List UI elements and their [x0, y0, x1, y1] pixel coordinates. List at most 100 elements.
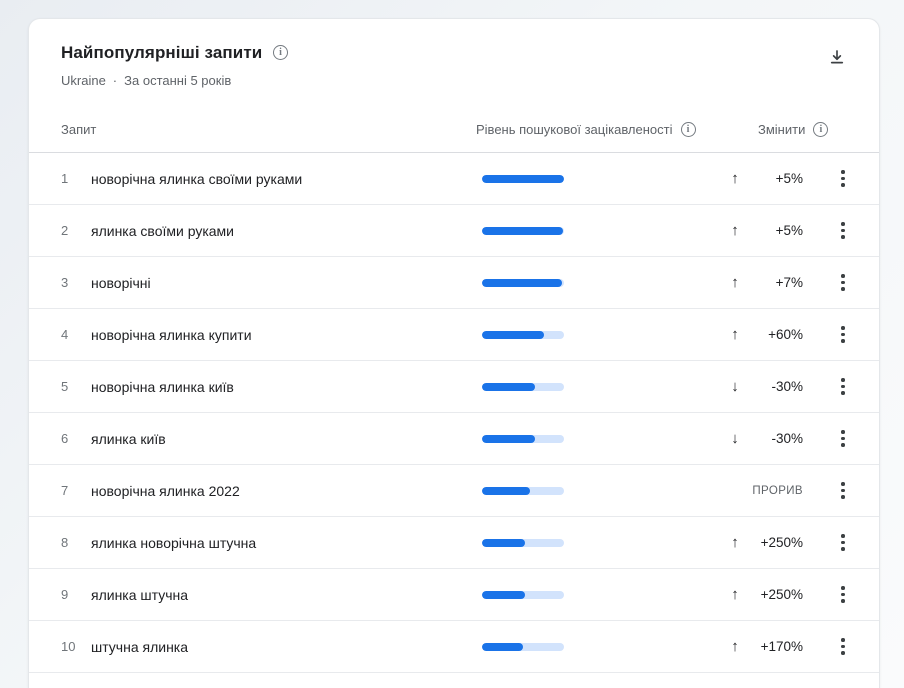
down-arrow-icon: ↓	[727, 430, 743, 447]
more-options-button[interactable]	[831, 375, 855, 399]
table-row[interactable]: 6 ялинка київ ↓ -30%	[29, 413, 879, 465]
column-header-change: Змінити	[758, 107, 828, 152]
row-change-cell: ↓ -30%	[564, 427, 855, 451]
up-arrow-icon: ↑	[727, 274, 743, 291]
interest-bar-track	[482, 331, 564, 339]
row-query-text[interactable]: ялинка київ	[91, 431, 482, 447]
interest-bar-fill	[482, 331, 544, 339]
interest-bar-fill	[482, 643, 523, 651]
up-arrow-icon: ↑	[727, 222, 743, 239]
row-change-cell: ↑ +60%	[564, 323, 855, 347]
up-arrow-icon: ↑	[727, 326, 743, 343]
more-options-button[interactable]	[831, 323, 855, 347]
table-header: Запит Рівень пошукової зацікавленості Зм…	[29, 107, 879, 153]
row-change-cell: ↑ +5%	[564, 167, 855, 191]
change-value: -30%	[747, 431, 803, 446]
interest-bar-fill	[482, 175, 564, 183]
row-rank: 2	[61, 223, 91, 238]
row-query-text[interactable]: новорічна ялинка своїми руками	[91, 171, 482, 187]
change-info-icon[interactable]	[813, 122, 828, 137]
interest-bar-fill	[482, 279, 562, 287]
interest-info-icon[interactable]	[681, 122, 696, 137]
table-row[interactable]: 3 новорічні ↑ +7%	[29, 257, 879, 309]
interest-bar-track	[482, 487, 564, 495]
table-row[interactable]: 8 ялинка новорічна штучна ↑ +250%	[29, 517, 879, 569]
card-header: Найпопулярніші запити Ukraine · За остан…	[29, 19, 879, 107]
row-rank: 7	[61, 483, 91, 498]
row-query-text[interactable]: новорічна ялинка 2022	[91, 483, 482, 499]
row-change-cell: ↑ +5%	[564, 219, 855, 243]
interest-bar-track	[482, 175, 564, 183]
row-query-text[interactable]: ялинка штучна	[91, 587, 482, 603]
row-change-cell: ↑ +250%	[564, 583, 855, 607]
change-value: -30%	[747, 379, 803, 394]
row-rank: 10	[61, 639, 91, 654]
row-query-text[interactable]: ялинка своїми руками	[91, 223, 482, 239]
interest-bar-fill	[482, 383, 535, 391]
row-rank: 8	[61, 535, 91, 550]
more-options-button[interactable]	[831, 531, 855, 555]
change-value: +5%	[747, 171, 803, 186]
table-row[interactable]: 5 новорічна ялинка київ ↓ -30%	[29, 361, 879, 413]
table-row[interactable]: 4 новорічна ялинка купити ↑ +60%	[29, 309, 879, 361]
more-options-button[interactable]	[831, 479, 855, 503]
change-value: +7%	[747, 275, 803, 290]
row-query-text[interactable]: ялинка новорічна штучна	[91, 535, 482, 551]
row-change-cell: ↑ +170%	[564, 635, 855, 659]
title-info-icon[interactable]	[273, 45, 288, 60]
more-options-button[interactable]	[831, 427, 855, 451]
table-row[interactable]: 9 ялинка штучна ↑ +250%	[29, 569, 879, 621]
more-options-button[interactable]	[831, 635, 855, 659]
row-query-text[interactable]: новорічні	[91, 275, 482, 291]
interest-bar-fill	[482, 591, 525, 599]
row-query-text[interactable]: штучна ялинка	[91, 639, 482, 655]
more-options-button[interactable]	[831, 583, 855, 607]
table-row[interactable]: 2 ялинка своїми руками ↑ +5%	[29, 205, 879, 257]
interest-bar-fill	[482, 487, 530, 495]
row-query-text[interactable]: новорічна ялинка купити	[91, 327, 482, 343]
interest-bar-track	[482, 539, 564, 547]
subtitle-separator: ·	[113, 73, 117, 88]
download-button[interactable]	[821, 41, 853, 73]
interest-bar-track	[482, 279, 564, 287]
row-rank: 3	[61, 275, 91, 290]
table-body: 1 новорічна ялинка своїми руками ↑ +5% 2…	[29, 153, 879, 673]
interest-bar-track	[482, 643, 564, 651]
interest-bar-fill	[482, 227, 563, 235]
change-value: +250%	[747, 587, 803, 602]
row-change-cell: ПРОРИВ	[564, 479, 855, 503]
more-options-button[interactable]	[831, 219, 855, 243]
row-rank: 4	[61, 327, 91, 342]
change-value: +170%	[747, 639, 803, 654]
card-subtitle: Ukraine · За останні 5 років	[61, 73, 231, 88]
table-row[interactable]: 7 новорічна ялинка 2022 ПРОРИВ	[29, 465, 879, 517]
row-change-cell: ↓ -30%	[564, 375, 855, 399]
change-value: +250%	[747, 535, 803, 550]
top-queries-card: Найпопулярніші запити Ukraine · За остан…	[28, 18, 880, 688]
page-title: Найпопулярніші запити	[61, 43, 262, 63]
row-change-cell: ↑ +7%	[564, 271, 855, 295]
change-value: ПРОРИВ	[747, 485, 803, 497]
subtitle-period: За останні 5 років	[124, 73, 231, 88]
more-options-button[interactable]	[831, 271, 855, 295]
interest-bar-fill	[482, 435, 535, 443]
change-value: +5%	[747, 223, 803, 238]
more-options-button[interactable]	[831, 167, 855, 191]
table-row[interactable]: 1 новорічна ялинка своїми руками ↑ +5%	[29, 153, 879, 205]
subtitle-region: Ukraine	[61, 73, 106, 88]
up-arrow-icon: ↑	[727, 586, 743, 603]
download-icon	[828, 48, 846, 66]
row-rank: 5	[61, 379, 91, 394]
column-header-interest: Рівень пошукової зацікавленості	[476, 107, 696, 152]
row-rank: 9	[61, 587, 91, 602]
down-arrow-icon: ↓	[727, 378, 743, 395]
interest-bar-track	[482, 227, 564, 235]
row-rank: 6	[61, 431, 91, 446]
change-value: +60%	[747, 327, 803, 342]
row-change-cell: ↑ +250%	[564, 531, 855, 555]
interest-bar-track	[482, 591, 564, 599]
row-query-text[interactable]: новорічна ялинка київ	[91, 379, 482, 395]
interest-bar-track	[482, 383, 564, 391]
table-row[interactable]: 10 штучна ялинка ↑ +170%	[29, 621, 879, 673]
up-arrow-icon: ↑	[727, 534, 743, 551]
